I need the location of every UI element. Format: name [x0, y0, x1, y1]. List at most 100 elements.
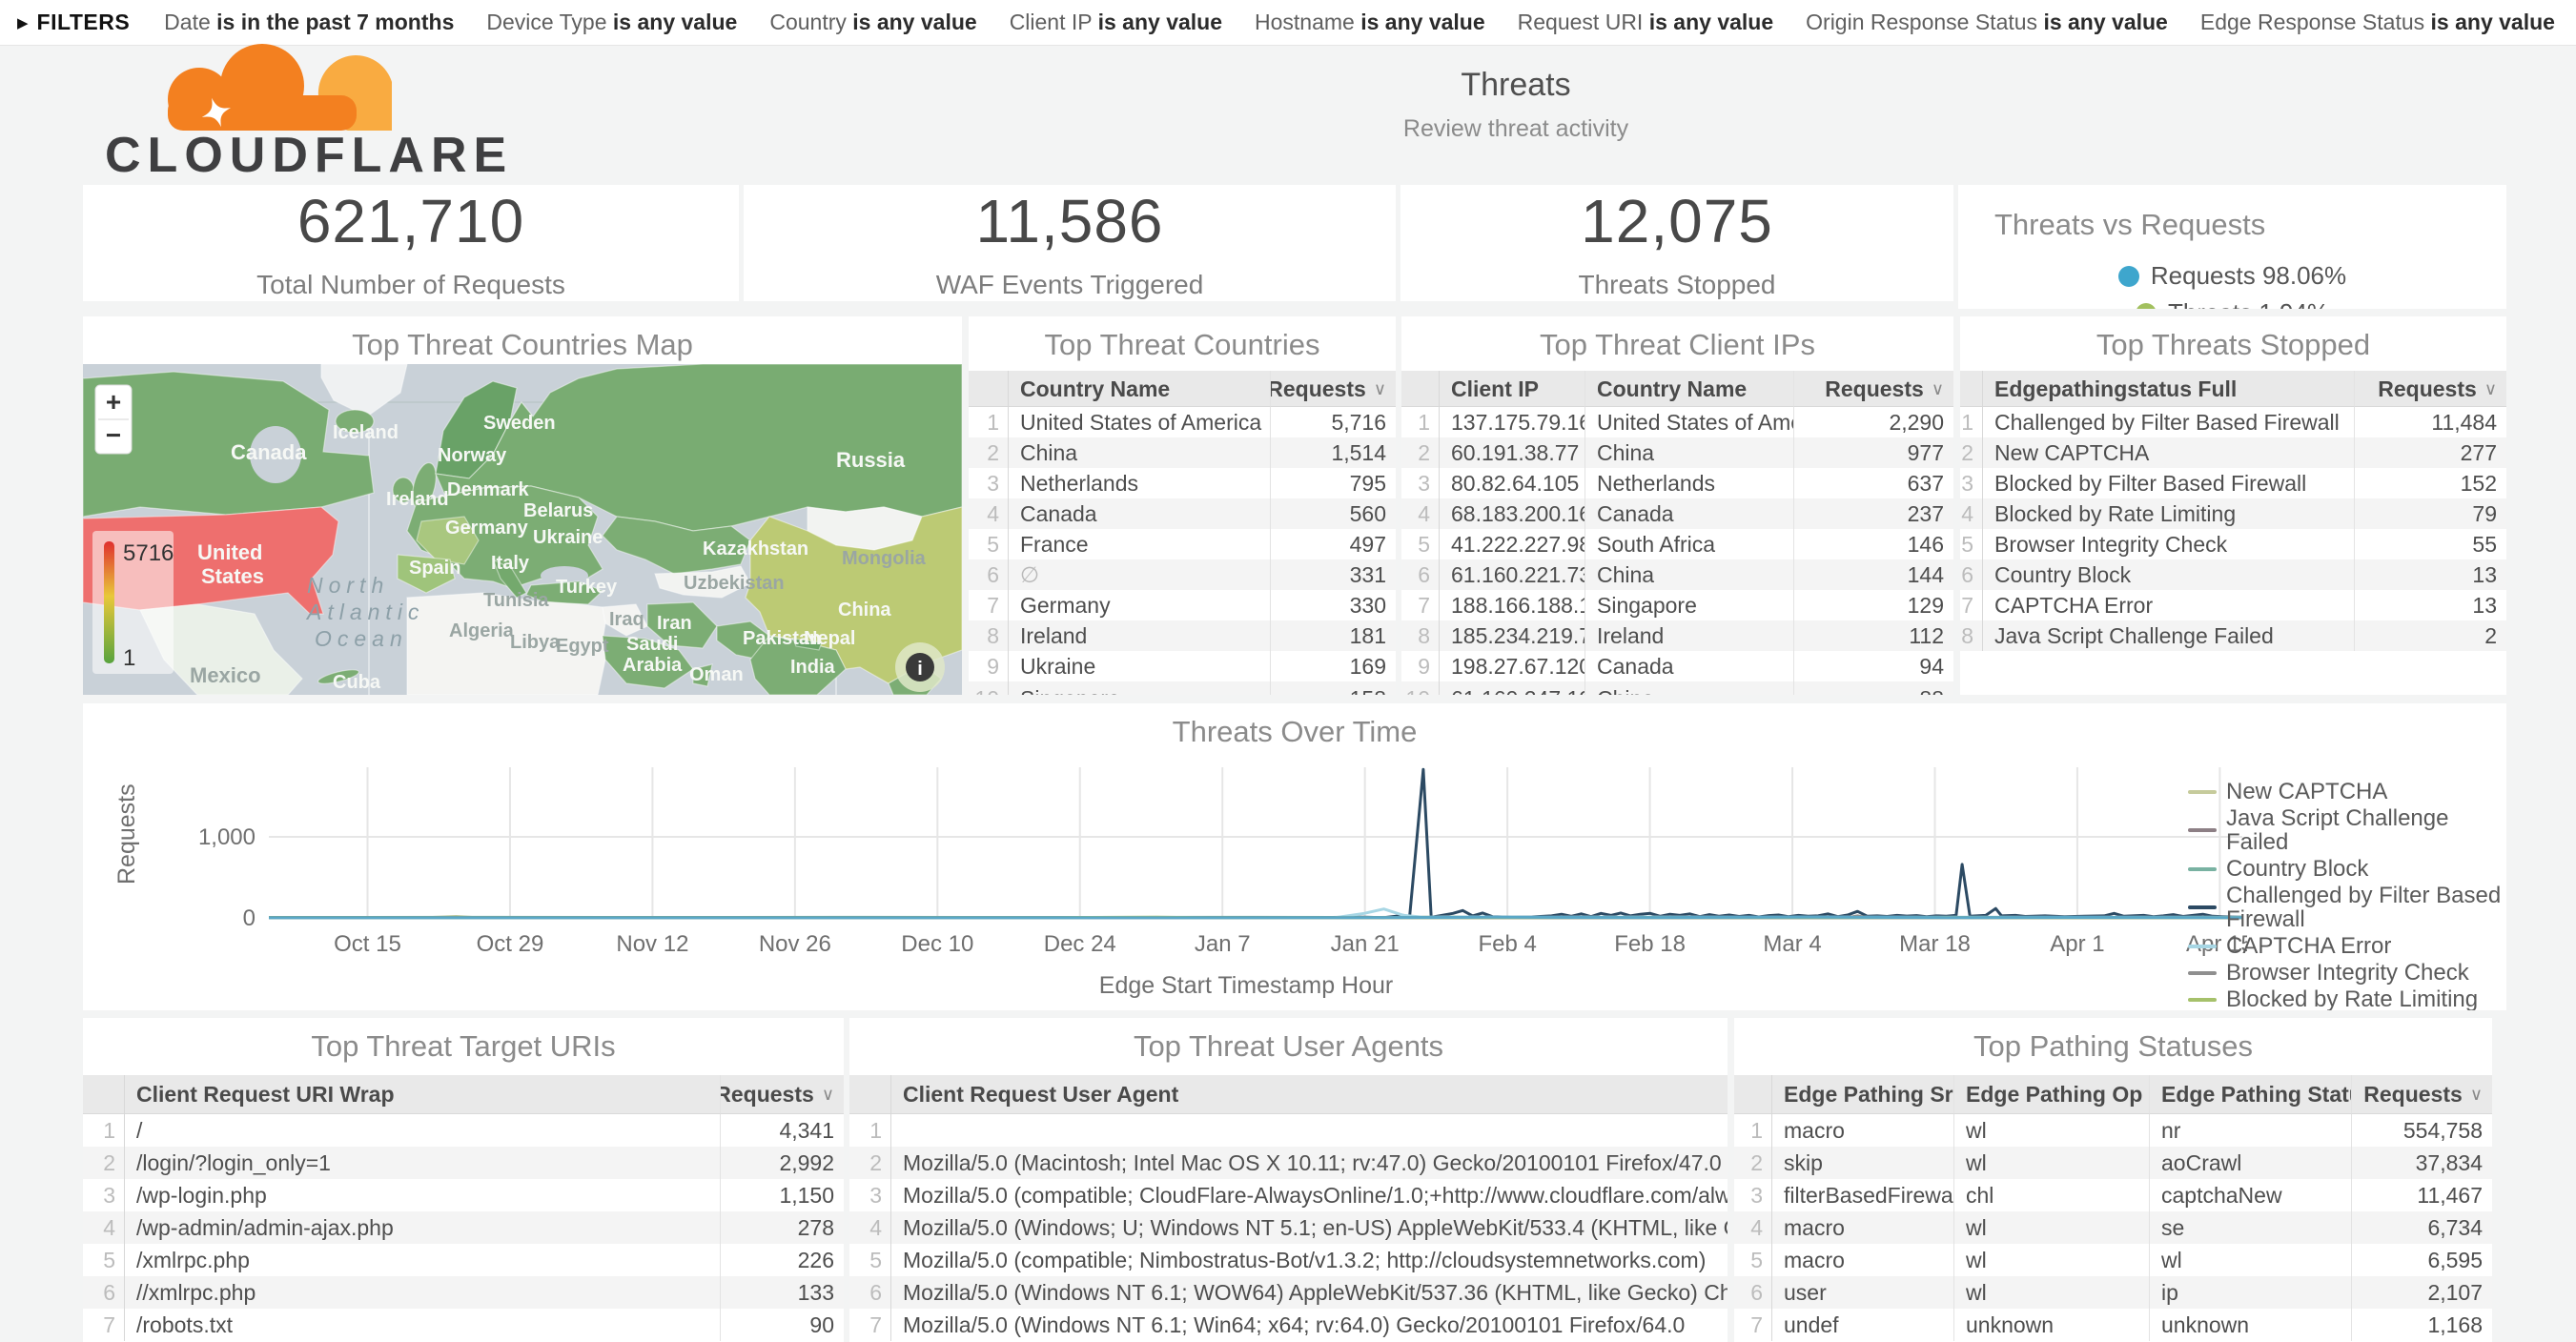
column-header[interactable]: Requests∨	[2351, 1075, 2492, 1114]
table-cell[interactable]: macro	[1772, 1211, 1953, 1244]
chart-legend-item[interactable]: CAPTCHA Error	[2188, 934, 2506, 958]
table-cell[interactable]: Canada	[1584, 498, 1793, 529]
column-header[interactable]: Client IP	[1440, 371, 1584, 407]
table-cell[interactable]: 37,834	[2351, 1147, 2492, 1179]
table-cell[interactable]: Java Script Challenge Failed	[1983, 620, 2354, 651]
chart-legend-item[interactable]: Challenged by Filter Based Firewall	[2188, 884, 2506, 931]
table-cell[interactable]: aoCrawl	[2149, 1147, 2351, 1179]
table-cell[interactable]: 226	[720, 1244, 844, 1276]
table-cell[interactable]: Ukraine	[1009, 651, 1270, 681]
table-cell[interactable]: Canada	[1584, 651, 1793, 681]
map-zoom-out-button[interactable]: −	[106, 420, 121, 450]
column-header[interactable]: Edge Pathing Status	[2149, 1075, 2351, 1114]
table-cell[interactable]: 2,992	[720, 1147, 844, 1179]
column-header[interactable]: Country Name	[1584, 371, 1793, 407]
filter-device-type[interactable]: Device Type is any value	[486, 10, 737, 35]
table-cell[interactable]: 41.222.227.98	[1440, 529, 1584, 559]
table-cell[interactable]: //xmlrpc.php	[125, 1276, 720, 1309]
filter-origin-response-status[interactable]: Origin Response Status is any value	[1806, 10, 2168, 35]
column-header[interactable]: Requests∨	[1793, 371, 1953, 407]
table-cell[interactable]: 2,290	[1793, 407, 1953, 437]
table-cell[interactable]: 13	[2354, 559, 2506, 590]
chart-legend-item[interactable]: Country Block	[2188, 857, 2506, 881]
table-cell[interactable]: 158	[1270, 681, 1396, 695]
table-cell[interactable]: Country Block	[1983, 559, 2354, 590]
table-cell[interactable]: 68.183.200.167	[1440, 498, 1584, 529]
table-cell[interactable]: wl	[1953, 1244, 2149, 1276]
table-cell[interactable]: macro	[1772, 1244, 1953, 1276]
filters-toggle[interactable]: ▶ FILTERS	[17, 10, 130, 35]
filter-client-ip[interactable]: Client IP is any value	[1010, 10, 1222, 35]
table-cell[interactable]: 55	[2354, 529, 2506, 559]
table-cell[interactable]: 198.27.67.120	[1440, 651, 1584, 681]
table-cell[interactable]: wl	[1953, 1276, 2149, 1309]
tvr-legend-item[interactable]: Threats 1.94%	[2136, 298, 2329, 309]
table-cell[interactable]: 88	[1793, 681, 1953, 695]
table-cell[interactable]: 637	[1793, 468, 1953, 498]
table-cell[interactable]: Netherlands	[1009, 468, 1270, 498]
chart-legend-item[interactable]: Browser Integrity Check	[2188, 961, 2506, 985]
map-info-icon[interactable]: i	[895, 642, 945, 692]
table-cell[interactable]: Mozilla/5.0 (Windows NT 6.1; Win64; x64;…	[891, 1309, 1728, 1341]
column-header[interactable]: Client Request URI Wrap	[125, 1075, 720, 1114]
table-cell[interactable]: 2,107	[2351, 1276, 2492, 1309]
table-cell[interactable]: 795	[1270, 468, 1396, 498]
table-cell[interactable]	[891, 1114, 1728, 1147]
table-cell[interactable]: 6,595	[2351, 1244, 2492, 1276]
table-cell[interactable]: macro	[1772, 1114, 1953, 1147]
table-cell[interactable]: 277	[2354, 437, 2506, 468]
filter-edge-response-status[interactable]: Edge Response Status is any value	[2200, 10, 2555, 35]
column-header[interactable]: Client Request User Agent	[891, 1075, 1728, 1114]
table-cell[interactable]: se	[2149, 1211, 2351, 1244]
table-cell[interactable]: 1,150	[720, 1179, 844, 1211]
column-header[interactable]: Requests∨	[2354, 371, 2506, 407]
table-cell[interactable]: Netherlands	[1584, 468, 1793, 498]
column-header[interactable]: Edgepathingstatus Full	[1983, 371, 2354, 407]
table-cell[interactable]: 977	[1793, 437, 1953, 468]
table-cell[interactable]: 560	[1270, 498, 1396, 529]
table-cell[interactable]: Mozilla/5.0 (compatible; Nimbostratus-Bo…	[891, 1244, 1728, 1276]
table-cell[interactable]: 144	[1793, 559, 1953, 590]
table-cell[interactable]: 331	[1270, 559, 1396, 590]
table-cell[interactable]: 2	[2354, 620, 2506, 651]
table-cell[interactable]: undef	[1772, 1309, 1953, 1341]
table-cell[interactable]: Ireland	[1584, 620, 1793, 651]
column-header[interactable]: Country Name	[1009, 371, 1270, 407]
table-cell[interactable]: CAPTCHA Error	[1983, 590, 2354, 620]
table-cell[interactable]: Mozilla/5.0 (compatible; CloudFlare-Alwa…	[891, 1179, 1728, 1211]
table-cell[interactable]: wl	[1953, 1114, 2149, 1147]
table-cell[interactable]: 13	[2354, 590, 2506, 620]
table-cell[interactable]: Mozilla/5.0 (Macintosh; Intel Mac OS X 1…	[891, 1147, 1728, 1179]
table-cell[interactable]: 133	[720, 1276, 844, 1309]
column-header[interactable]: Edge Pathing Src	[1772, 1075, 1953, 1114]
table-cell[interactable]: wl	[1953, 1211, 2149, 1244]
table-cell[interactable]: 278	[720, 1211, 844, 1244]
table-cell[interactable]: captchaNew	[2149, 1179, 2351, 1211]
table-cell[interactable]: filterBasedFirewall	[1772, 1179, 1953, 1211]
table-cell[interactable]: Challenged by Filter Based Firewall	[1983, 407, 2354, 437]
chart-legend-item[interactable]: Blocked by Rate Limiting	[2188, 987, 2506, 1010]
chart-legend-item[interactable]: Java Script Challenge Failed	[2188, 806, 2506, 854]
filter-request-uri[interactable]: Request URI is any value	[1518, 10, 1773, 35]
filter-date[interactable]: Date is in the past 7 months	[164, 10, 454, 35]
table-cell[interactable]: 152	[2354, 468, 2506, 498]
table-cell[interactable]: 5,716	[1270, 407, 1396, 437]
table-cell[interactable]: Blocked by Rate Limiting	[1983, 498, 2354, 529]
table-cell[interactable]: 61.160.221.73	[1440, 559, 1584, 590]
table-cell[interactable]: United States of America	[1009, 407, 1270, 437]
chart-legend-item[interactable]: New CAPTCHA	[2188, 780, 2506, 803]
table-cell[interactable]: 94	[1793, 651, 1953, 681]
table-cell[interactable]: 188.166.188.152	[1440, 590, 1584, 620]
table-cell[interactable]: 6,734	[2351, 1211, 2492, 1244]
filter-country[interactable]: Country is any value	[769, 10, 976, 35]
table-cell[interactable]: 1,168	[2351, 1309, 2492, 1341]
table-cell[interactable]: /login/?login_only=1	[125, 1147, 720, 1179]
table-cell[interactable]: China	[1009, 437, 1270, 468]
tvr-legend-item[interactable]: Requests 98.06%	[2118, 261, 2346, 291]
table-cell[interactable]: 1,514	[1270, 437, 1396, 468]
table-cell[interactable]: 90	[720, 1309, 844, 1341]
table-cell[interactable]: 80.82.64.105	[1440, 468, 1584, 498]
table-cell[interactable]: Blocked by Filter Based Firewall	[1983, 468, 2354, 498]
table-cell[interactable]: Singapore	[1584, 590, 1793, 620]
table-cell[interactable]: 185.234.219.70	[1440, 620, 1584, 651]
